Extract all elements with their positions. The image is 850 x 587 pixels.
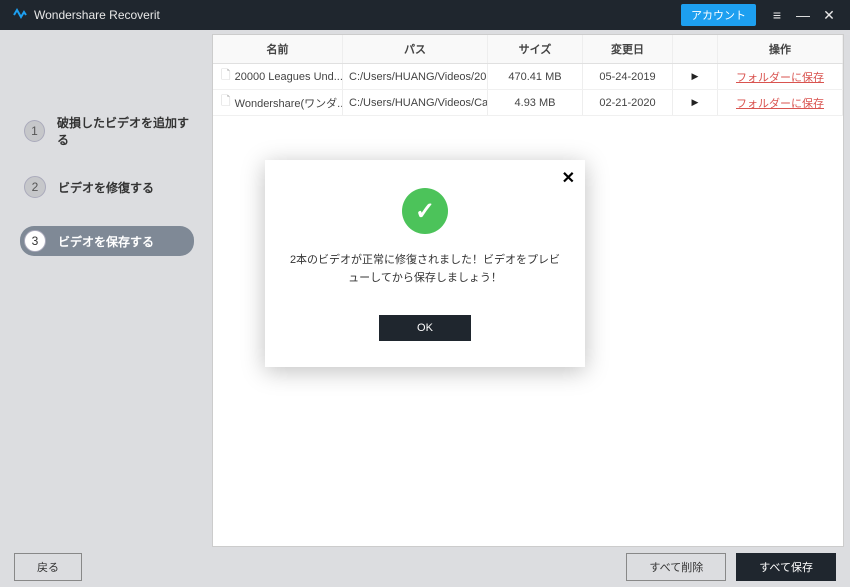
- app-logo: Wondershare Recoverit: [12, 7, 160, 23]
- step-3[interactable]: 3 ビデオを保存する: [20, 226, 194, 256]
- file-size: 470.41 MB: [488, 64, 583, 89]
- app-title: Wondershare Recoverit: [34, 8, 160, 22]
- save-to-folder-link[interactable]: フォルダーに保存: [736, 69, 824, 85]
- back-button[interactable]: 戻る: [14, 553, 82, 581]
- table-row: 🗋Wondershare(ワンダ... C:/Users/HUANG/Video…: [213, 90, 843, 116]
- footer: 戻る すべて削除 すべて保存: [0, 547, 850, 587]
- table-header: 名前 パス サイズ 変更日 操作: [213, 35, 843, 64]
- file-name: Wondershare(ワンダ...: [235, 95, 343, 111]
- col-name-header: 名前: [213, 35, 343, 63]
- minimize-icon[interactable]: —: [790, 0, 816, 30]
- modal-message: 2本のビデオが正常に修復されました！ビデオをプレビューしてから保存しましょう！: [279, 252, 571, 315]
- file-date: 05-24-2019: [583, 64, 673, 89]
- account-button[interactable]: アカウント: [681, 4, 756, 26]
- file-size: 4.93 MB: [488, 90, 583, 115]
- col-date-header: 変更日: [583, 35, 673, 63]
- step-1[interactable]: 1 破損したビデオを追加する: [24, 114, 194, 148]
- step-label: 破損したビデオを追加する: [57, 114, 194, 148]
- delete-all-button[interactable]: すべて削除: [626, 553, 726, 581]
- col-action-header: 操作: [718, 35, 843, 63]
- step-badge: 3: [24, 230, 46, 252]
- modal-close-icon[interactable]: ✕: [562, 168, 575, 188]
- table-row: 🗋 20000 Leagues Und... C:/Users/HUANG/Vid…: [213, 64, 843, 90]
- file-icon: 🗋: [221, 66, 231, 87]
- file-icon: 🗋: [221, 92, 231, 113]
- save-all-button[interactable]: すべて保存: [736, 553, 836, 581]
- play-icon[interactable]: ▶: [692, 71, 699, 82]
- col-path-header: パス: [343, 35, 488, 63]
- file-path: C:/Users/HUANG/Videos/Ca...: [343, 90, 488, 115]
- save-to-folder-link[interactable]: フォルダーに保存: [736, 95, 824, 111]
- play-icon[interactable]: ▶: [692, 97, 699, 108]
- file-date: 02-21-2020: [583, 90, 673, 115]
- step-label: ビデオを修復する: [58, 179, 154, 196]
- ok-button[interactable]: OK: [379, 315, 471, 341]
- sidebar: 1 破損したビデオを追加する 2 ビデオを修復する 3 ビデオを保存する: [6, 34, 206, 547]
- logo-icon: [12, 7, 28, 23]
- step-label: ビデオを保存する: [58, 233, 154, 250]
- step-2[interactable]: 2 ビデオを修復する: [24, 176, 194, 198]
- close-icon[interactable]: ✕: [816, 0, 842, 30]
- titlebar: Wondershare Recoverit アカウント ≡ — ✕: [0, 0, 850, 30]
- step-badge: 2: [24, 176, 46, 198]
- success-check-icon: ✓: [402, 188, 448, 234]
- step-badge: 1: [24, 120, 45, 142]
- file-name: 20000 Leagues Und...: [235, 71, 343, 83]
- col-size-header: サイズ: [488, 35, 583, 63]
- file-path: C:/Users/HUANG/Videos/20...: [343, 64, 488, 89]
- menu-icon[interactable]: ≡: [764, 0, 790, 30]
- success-modal: ✕ ✓ 2本のビデオが正常に修復されました！ビデオをプレビューしてから保存しまし…: [265, 160, 585, 367]
